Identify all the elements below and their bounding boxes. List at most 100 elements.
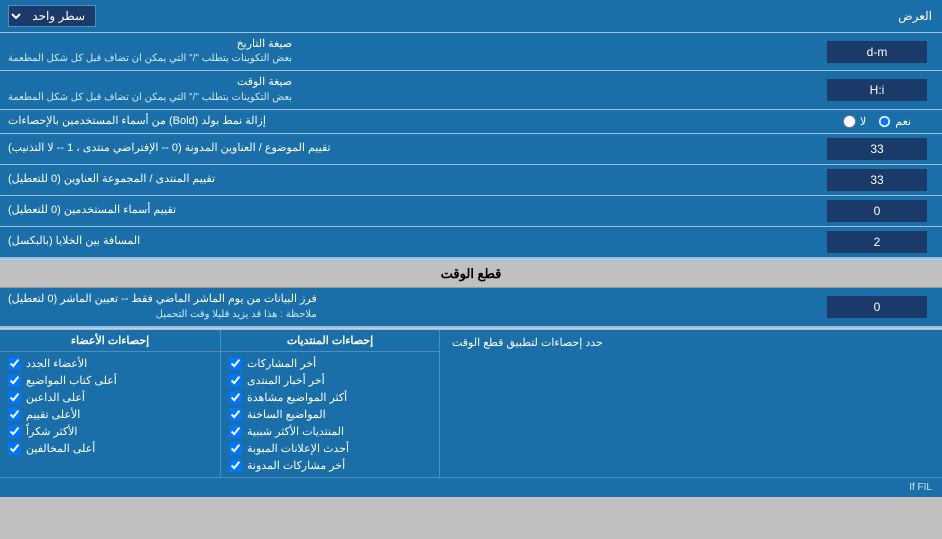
username-order-label-cell: تقييم أسماء المستخدمين (0 للتعطيل) bbox=[0, 196, 812, 226]
col2-checkbox-1[interactable] bbox=[8, 357, 21, 370]
list-item: أكثر المواضيع مشاهدة bbox=[229, 389, 431, 406]
col2-item-3: أعلى الداعبن bbox=[26, 391, 85, 404]
list-item: أعلى كتاب المواضيع bbox=[8, 372, 212, 389]
col1-checkbox-3[interactable] bbox=[229, 391, 242, 404]
col2-item-5: الأكثر شكراً bbox=[26, 425, 77, 438]
col2-item-2: أعلى كتاب المواضيع bbox=[26, 374, 117, 387]
forum-order-label-cell: تقييم المنتدى / المجموعة العناوين (0 للت… bbox=[0, 165, 812, 195]
cutoff-days-input[interactable] bbox=[827, 296, 927, 318]
list-item: الأعضاء الجدد bbox=[8, 355, 212, 372]
forum-order-input-cell bbox=[812, 165, 942, 195]
list-item: الأعلى تقييم bbox=[8, 406, 212, 423]
list-item: أحدث الإعلانات المبوبة bbox=[229, 440, 431, 457]
list-item: أعلى المخالفين bbox=[8, 440, 212, 457]
col2-checkbox-5[interactable] bbox=[8, 425, 21, 438]
col1-item-5: المنتديات الأكثر شببية bbox=[247, 425, 344, 438]
topic-order-label: تقييم الموضوع / العناوين المدونة (0 -- ا… bbox=[8, 141, 331, 156]
col1-checkbox-7[interactable] bbox=[229, 459, 242, 472]
col1-item-2: أخر أخبار المنتدى bbox=[247, 374, 325, 387]
display-row: العرض سطر واحد سطرين ثلاثة أسطر bbox=[0, 0, 942, 33]
col1-checkbox-2[interactable] bbox=[229, 374, 242, 387]
col1-checkbox-4[interactable] bbox=[229, 408, 242, 421]
radio-yes[interactable] bbox=[878, 115, 891, 128]
col2-item-1: الأعضاء الجدد bbox=[26, 357, 87, 370]
main-container: العرض سطر واحد سطرين ثلاثة أسطر صيغة الت… bbox=[0, 0, 942, 497]
list-item: المواضيع الساخنة bbox=[229, 406, 431, 423]
cell-spacing-input-cell bbox=[812, 227, 942, 257]
col2-checkbox-4[interactable] bbox=[8, 408, 21, 421]
col2-header: إحصاءات الأعضاء bbox=[0, 330, 220, 352]
col1-item-7: أخر مشاركات المدونة bbox=[247, 459, 345, 472]
radio-yes-label[interactable]: نعم bbox=[878, 115, 911, 128]
col1-checkbox-5[interactable] bbox=[229, 425, 242, 438]
col2-checkbox-6[interactable] bbox=[8, 442, 21, 455]
limit-label-text: حدد إحصاءات لتطبيق قطع الوقت bbox=[452, 336, 603, 349]
radio-no[interactable] bbox=[843, 115, 856, 128]
topic-order-input-cell bbox=[812, 134, 942, 164]
cutoff-section-header: قطع الوقت bbox=[0, 261, 942, 288]
display-label: العرض bbox=[104, 4, 942, 28]
cutoff-days-label: فرز البيانات من يوم الماشر الماضي فقط --… bbox=[8, 293, 317, 305]
date-format-sublabel: بعض التكوينات يتطلب "/" التي يمكن ان تضا… bbox=[8, 52, 292, 66]
cutoff-days-sublabel: ملاحظة : هذا قد يزيد قليلا وقت التحميل bbox=[8, 308, 317, 322]
bold-radio-cell: نعم لا bbox=[812, 110, 942, 133]
username-order-input[interactable] bbox=[827, 200, 927, 222]
col1-checkbox-6[interactable] bbox=[229, 442, 242, 455]
display-select[interactable]: سطر واحد سطرين ثلاثة أسطر bbox=[8, 5, 96, 27]
display-select-wrap: سطر واحد سطرين ثلاثة أسطر bbox=[0, 0, 104, 32]
col2: إحصاءات الأعضاء الأعضاء الجدد أعلى كتاب … bbox=[0, 330, 220, 477]
col1-item-3: أكثر المواضيع مشاهدة bbox=[247, 391, 347, 404]
list-item: الأكثر شكراً bbox=[8, 423, 212, 440]
checkboxes-container: حدد إحصاءات لتطبيق قطع الوقت إحصاءات الم… bbox=[0, 330, 942, 477]
username-order-input-cell bbox=[812, 196, 942, 226]
radio-yes-text: نعم bbox=[895, 115, 911, 128]
date-format-label: صيغة التاريخ bbox=[237, 38, 292, 50]
time-format-row: صيغة الوقت بعض التكوينات يتطلب "/" التي … bbox=[0, 71, 942, 109]
col1-header: إحصاءات المنتديات bbox=[221, 330, 439, 352]
topic-order-input[interactable] bbox=[827, 138, 927, 160]
cutoff-title: قطع الوقت bbox=[441, 266, 502, 281]
bold-usernames-row: نعم لا إزالة نمط بولد (Bold) من أسماء ال… bbox=[0, 110, 942, 134]
forum-order-label: تقييم المنتدى / المجموعة العناوين (0 للت… bbox=[8, 172, 215, 187]
cutoff-days-row: فرز البيانات من يوم الماشر الماضي فقط --… bbox=[0, 288, 942, 326]
bold-label-cell: إزالة نمط بولد (Bold) من أسماء المستخدمي… bbox=[0, 110, 812, 133]
col2-item-6: أعلى المخالفين bbox=[26, 442, 95, 455]
cutoff-days-input-cell bbox=[812, 288, 942, 325]
col2-item-4: الأعلى تقييم bbox=[26, 408, 80, 421]
list-item: أخر مشاركات المدونة bbox=[229, 457, 431, 474]
forum-order-input[interactable] bbox=[827, 169, 927, 191]
topic-order-row: تقييم الموضوع / العناوين المدونة (0 -- ا… bbox=[0, 134, 942, 165]
bold-label: إزالة نمط بولد (Bold) من أسماء المستخدمي… bbox=[8, 114, 266, 129]
list-item: المنتديات الأكثر شببية bbox=[229, 423, 431, 440]
col2-checkbox-3[interactable] bbox=[8, 391, 21, 404]
bottom-note-text: If FIL bbox=[909, 482, 932, 493]
date-format-label-cell: صيغة التاريخ بعض التكوينات يتطلب "/" الت… bbox=[0, 33, 812, 70]
list-item: أخر أخبار المنتدى bbox=[229, 372, 431, 389]
bottom-note: If FIL bbox=[0, 477, 942, 497]
time-format-sublabel: بعض التكوينات يتطلب "/" التي يمكن ان تضا… bbox=[8, 91, 292, 105]
date-format-input[interactable] bbox=[827, 41, 927, 63]
time-format-input[interactable] bbox=[827, 79, 927, 101]
cell-spacing-input[interactable] bbox=[827, 231, 927, 253]
limit-label-cell: حدد إحصاءات لتطبيق قطع الوقت bbox=[440, 330, 942, 477]
col1-checkbox-1[interactable] bbox=[229, 357, 242, 370]
date-format-input-cell bbox=[812, 33, 942, 70]
col2-checkbox-2[interactable] bbox=[8, 374, 21, 387]
cell-spacing-row: المسافة بين الخلايا (بالبكسل) bbox=[0, 227, 942, 258]
col1: إحصاءات المنتديات أخر المشاركات أخر أخبا… bbox=[220, 330, 440, 477]
date-format-row: صيغة التاريخ بعض التكوينات يتطلب "/" الت… bbox=[0, 33, 942, 71]
col1-item-1: أخر المشاركات bbox=[247, 357, 316, 370]
cell-spacing-label: المسافة بين الخلايا (بالبكسل) bbox=[8, 234, 140, 249]
time-format-input-cell bbox=[812, 71, 942, 108]
forum-order-row: تقييم المنتدى / المجموعة العناوين (0 للت… bbox=[0, 165, 942, 196]
time-format-label-cell: صيغة الوقت بعض التكوينات يتطلب "/" التي … bbox=[0, 71, 812, 108]
time-format-label: صيغة الوقت bbox=[237, 76, 292, 88]
list-item: أعلى الداعبن bbox=[8, 389, 212, 406]
col1-item-4: المواضيع الساخنة bbox=[247, 408, 326, 421]
radio-no-label[interactable]: لا bbox=[843, 115, 866, 128]
username-order-label: تقييم أسماء المستخدمين (0 للتعطيل) bbox=[8, 203, 176, 218]
radio-no-text: لا bbox=[860, 115, 866, 128]
username-order-row: تقييم أسماء المستخدمين (0 للتعطيل) bbox=[0, 196, 942, 227]
cell-spacing-label-cell: المسافة بين الخلايا (بالبكسل) bbox=[0, 227, 812, 257]
cutoff-days-label-cell: فرز البيانات من يوم الماشر الماضي فقط --… bbox=[0, 288, 812, 325]
